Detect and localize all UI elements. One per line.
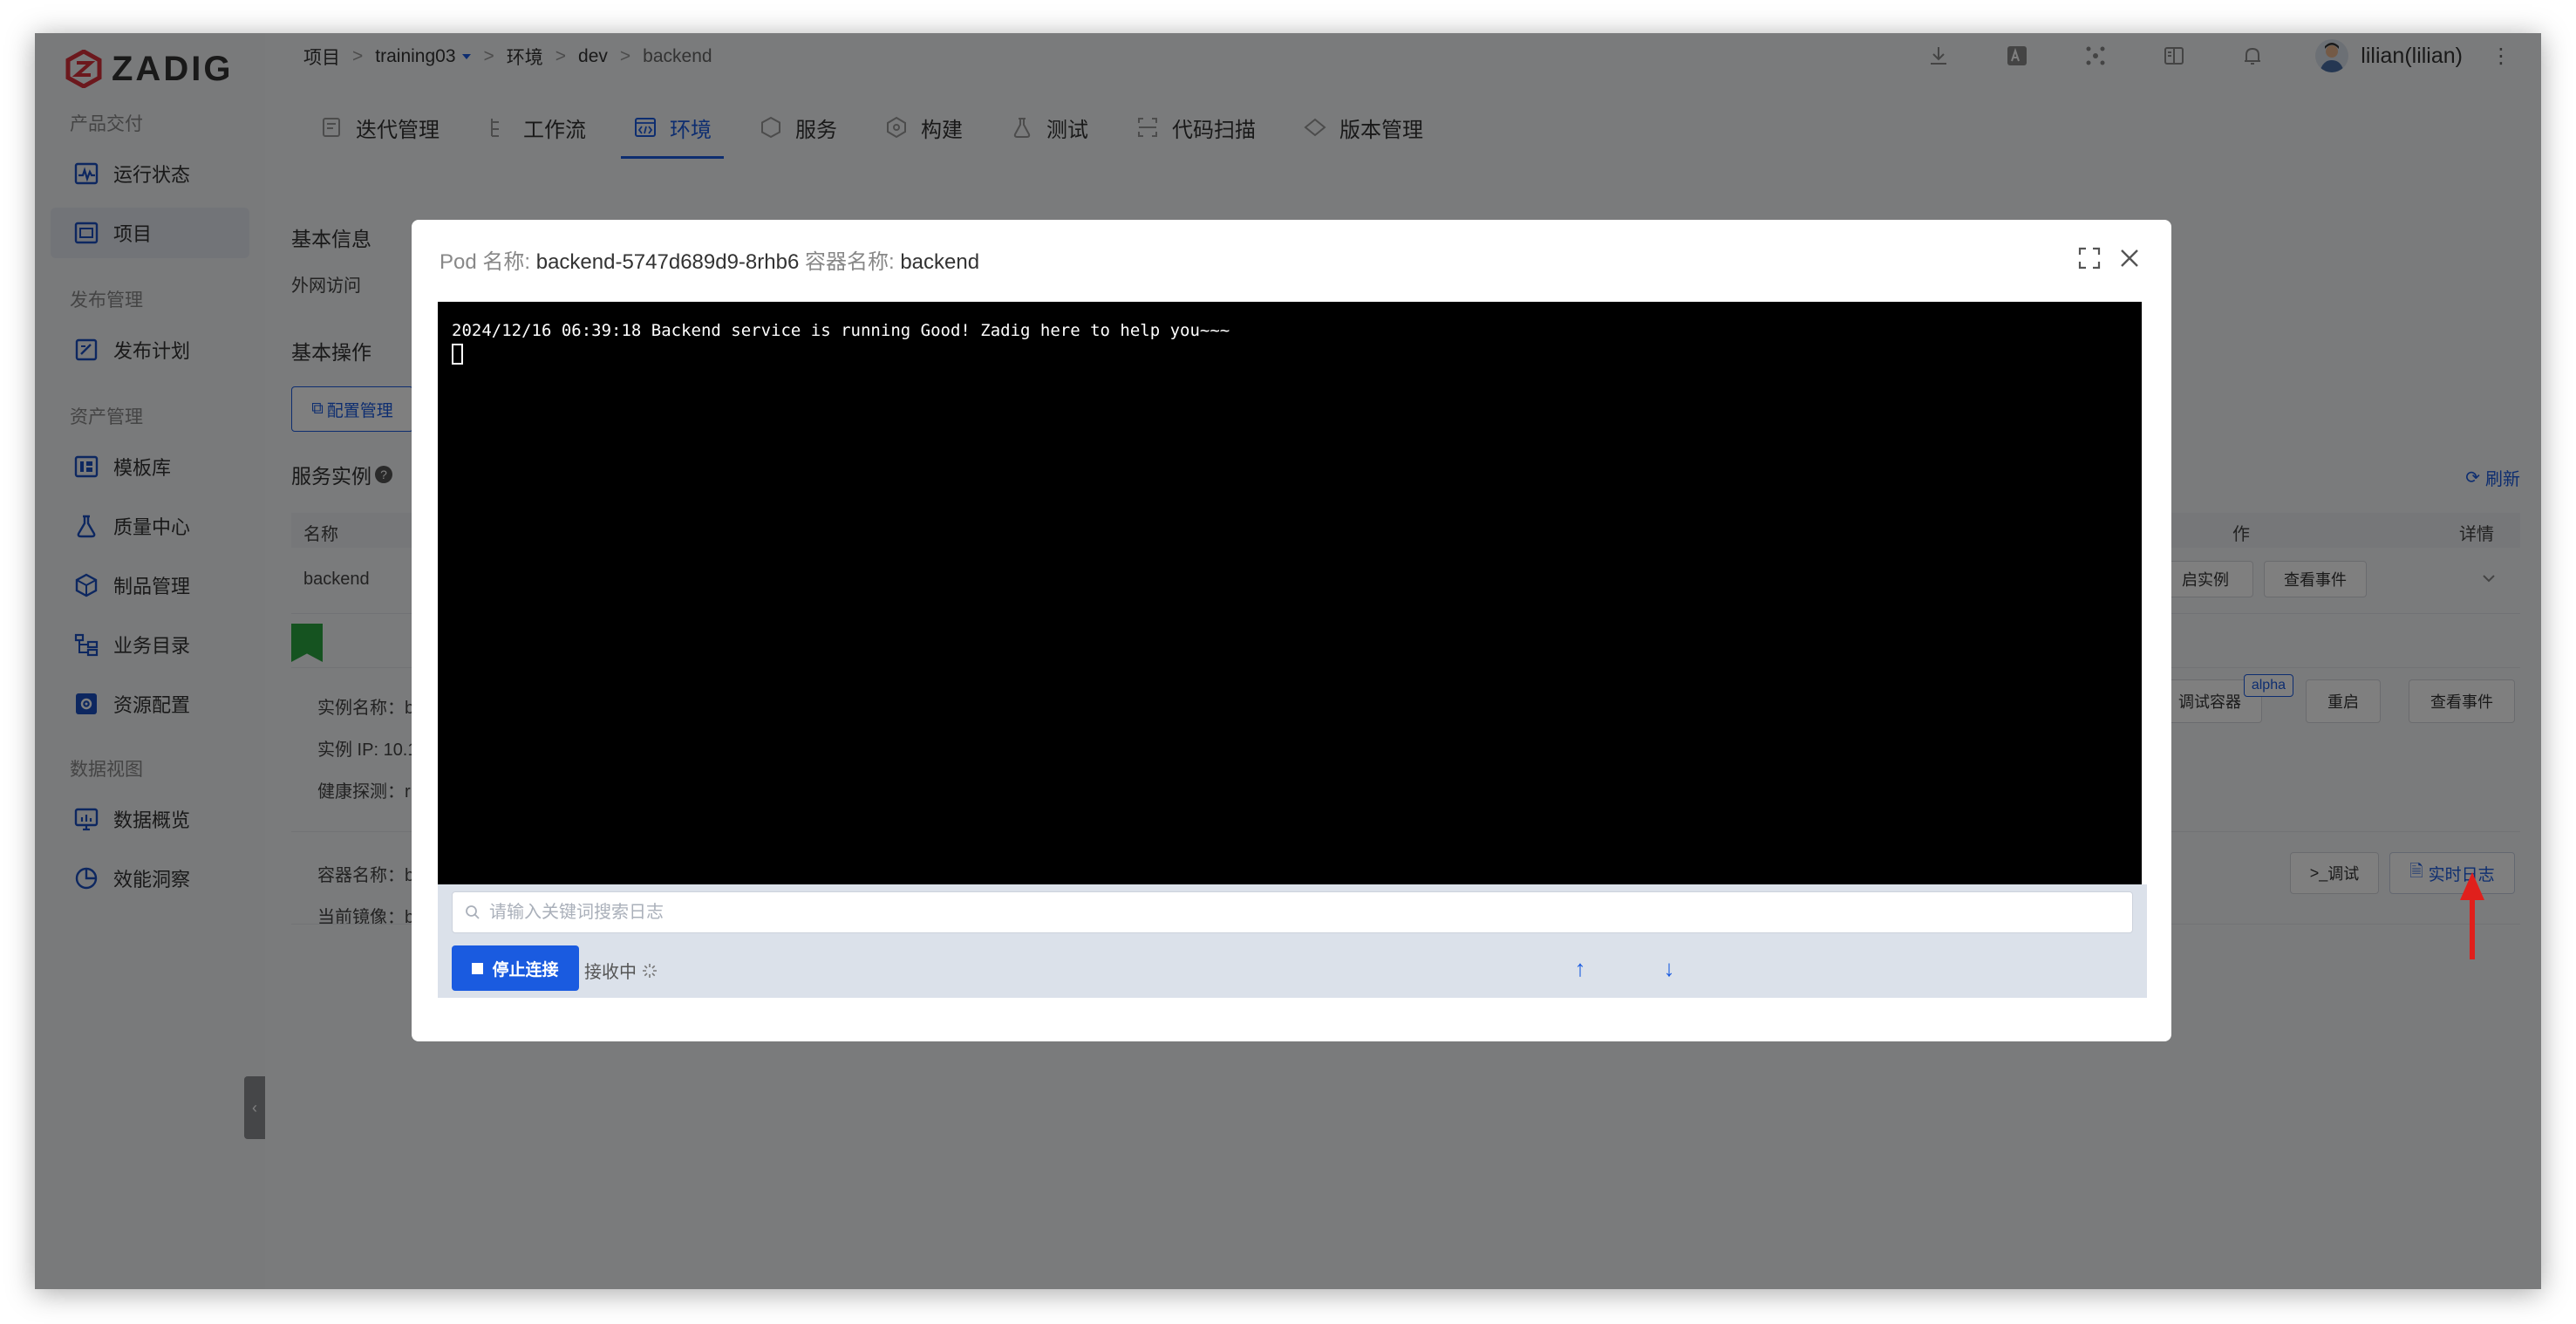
scroll-top-arrow-icon[interactable]: ↑ (1563, 951, 1598, 986)
log-terminal[interactable]: 2024/12/16 06:39:18 Backend service is r… (438, 302, 2142, 884)
button-label: 停止连接 (492, 960, 559, 979)
stop-connection-button[interactable]: 停止连接 (452, 945, 579, 991)
pod-name: backend-5747d689d9-8rhb6 (535, 250, 800, 274)
receiving-status: 接收中 (584, 958, 658, 983)
modal-title: Pod 名称: backend-5747d689d9-8rhb6 容器名称: b… (440, 244, 979, 275)
container-name: backend (900, 250, 980, 274)
status-text: 接收中 (584, 963, 637, 982)
annotation-arrow-icon (2460, 872, 2484, 959)
stop-square-icon (472, 962, 484, 974)
log-controls: 停止连接 接收中 ↑ ↓ (438, 884, 2147, 998)
pod-label: Pod 名称: (440, 250, 531, 274)
close-icon[interactable] (2116, 244, 2143, 272)
search-icon (466, 905, 480, 919)
loading-spinner-icon (643, 963, 657, 978)
terminal-cursor (452, 344, 463, 365)
log-line: 2024/12/16 06:39:18 Backend service is r… (452, 321, 1230, 340)
scroll-bottom-arrow-icon[interactable]: ↓ (1652, 951, 1687, 986)
app-window: ZADIG 产品交付 运行状态 项目 发布管理 发布计划 资产管理 模板库 质量… (35, 33, 2541, 1289)
log-modal: Pod 名称: backend-5747d689d9-8rhb6 容器名称: b… (412, 220, 2171, 1041)
log-search-box (452, 891, 2133, 933)
log-search-input[interactable] (489, 902, 2059, 923)
container-label: 容器名称: (804, 250, 895, 274)
fullscreen-icon[interactable] (2075, 244, 2103, 272)
